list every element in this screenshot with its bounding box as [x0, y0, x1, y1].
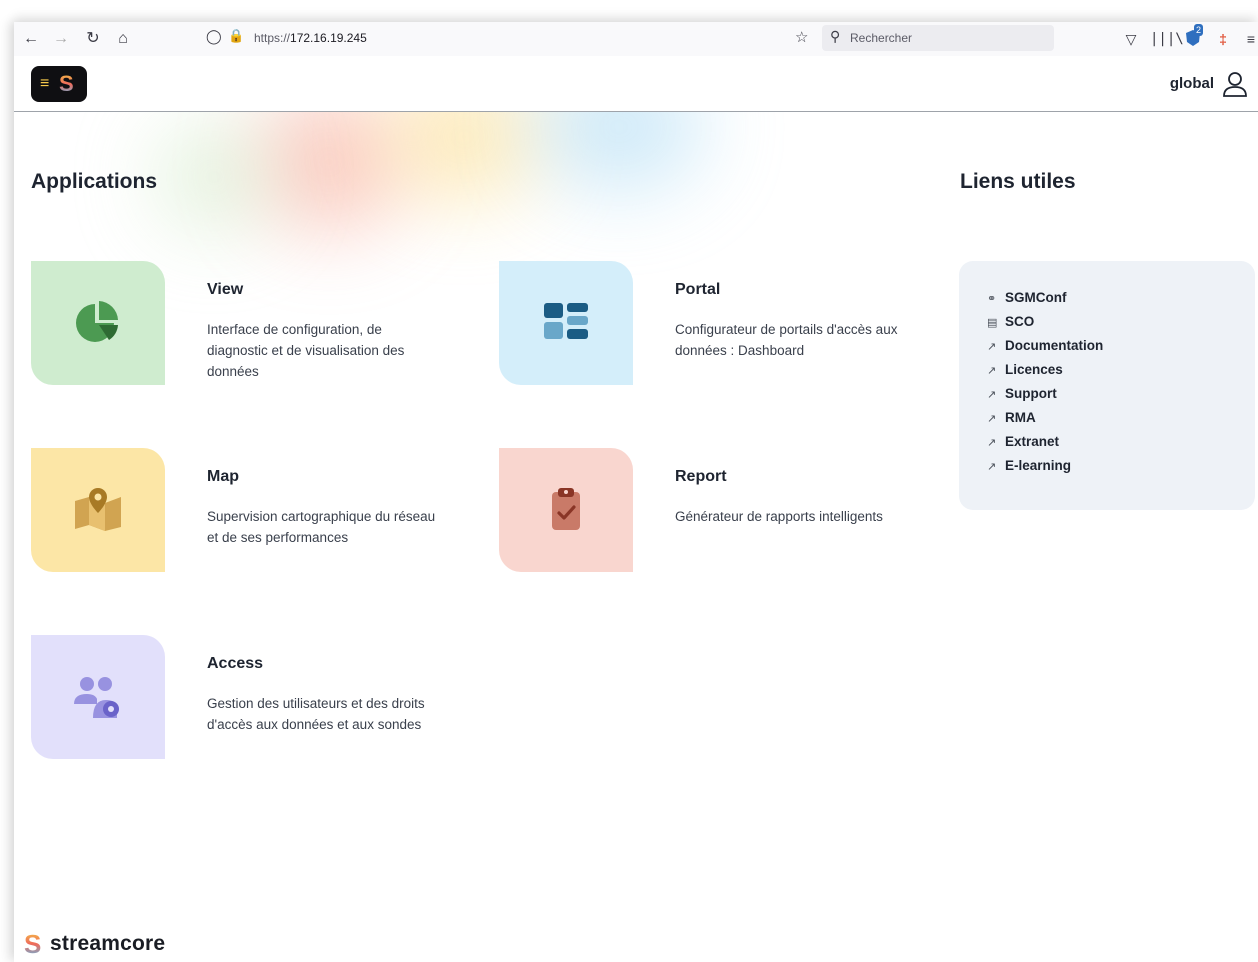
extension-icon[interactable]: 2: [1182, 24, 1204, 50]
app-tile-map[interactable]: [31, 448, 165, 572]
notification-badge: 2: [1194, 24, 1204, 36]
link-extranet[interactable]: ↗ Extranet: [987, 434, 1059, 454]
main-content: Applications Liens utiles View Interface…: [14, 112, 1258, 962]
external-link-icon: ↗: [987, 389, 997, 401]
app-name[interactable]: Access: [207, 655, 263, 673]
home-icon[interactable]: ⌂: [112, 28, 134, 50]
reload-icon[interactable]: ↻: [82, 28, 104, 50]
link-sgmconf[interactable]: ⚭ SGMConf: [987, 290, 1067, 310]
app-name[interactable]: Map: [207, 468, 239, 486]
star-bookmark-icon[interactable]: ☆: [795, 28, 808, 46]
menu-icon: ≡: [40, 75, 50, 92]
link-documentation[interactable]: ↗ Documentation: [987, 338, 1103, 358]
app-card-portal[interactable]: Portal Configurateur de portails d'accès…: [499, 261, 939, 391]
applications-title: Applications: [31, 170, 158, 193]
app-description: Supervision cartographique du réseau et …: [207, 509, 436, 545]
library-icon[interactable]: |||\: [1150, 28, 1184, 50]
map-pin-icon: [75, 488, 121, 531]
app-tile-portal[interactable]: [499, 261, 633, 385]
useful-links-title: Liens utiles: [960, 170, 1076, 193]
app-description: Interface de configuration, de diagnosti…: [207, 322, 405, 379]
app-description: Gestion des utilisateurs et des droits d…: [207, 696, 425, 732]
decor-blob: [254, 112, 404, 232]
useful-links-panel: ⚭ SGMConf ▤ SCO ↗ Documentation ↗ Licences ↗…: [959, 261, 1255, 510]
app-name[interactable]: View: [207, 281, 243, 299]
app-card-report[interactable]: Report Générateur de rapports intelligen…: [499, 448, 939, 578]
external-link-icon: ↗: [987, 437, 997, 449]
link-chain-icon: ⚭: [987, 293, 997, 305]
external-link-icon: ↗: [987, 413, 997, 425]
link-rma[interactable]: ↗ RMA: [987, 410, 1036, 430]
app-tile-report[interactable]: [499, 448, 633, 572]
app-name[interactable]: Report: [675, 468, 727, 486]
search-box[interactable]: ⚲ Rechercher: [822, 25, 1054, 51]
users-gear-icon: [74, 677, 119, 718]
link-support[interactable]: ↗ Support: [987, 386, 1057, 406]
app-card-view[interactable]: View Interface de configuration, de diag…: [31, 261, 471, 391]
document-icon: ▤: [987, 317, 998, 329]
menu-logo-button[interactable]: ≡ S: [31, 66, 87, 102]
external-link-icon: ↗: [987, 461, 997, 473]
dashboard-icon: [544, 303, 588, 339]
pocket-icon[interactable]: ▽: [1120, 28, 1142, 50]
decor-blob: [534, 112, 704, 192]
app-card-map[interactable]: Map Supervision cartographique du réseau…: [31, 448, 471, 578]
address-bar[interactable]: ◯ 🔒 https://172.16.19.245 ☆: [194, 25, 844, 51]
search-placeholder: Rechercher: [850, 31, 913, 45]
app-description: Générateur de rapports intelligents: [675, 509, 883, 524]
app-card-access[interactable]: Access Gestion des utilisateurs et des d…: [31, 635, 471, 765]
link-sco[interactable]: ▤ SCO: [987, 314, 1034, 334]
streamcore-logo-icon: S: [24, 929, 42, 959]
browser-toolbar: ← → ↻ ⌂ ◯ 🔒 https://172.16.19.245 ☆ ⚲ Re…: [14, 22, 1258, 57]
app-name[interactable]: Portal: [675, 281, 720, 299]
app-tile-access[interactable]: [31, 635, 165, 759]
url-text[interactable]: https://172.16.19.245: [254, 31, 367, 45]
user-icon[interactable]: [1222, 70, 1248, 98]
app-header: ≡ S global: [14, 56, 1258, 112]
forward-arrow-icon[interactable]: →: [50, 28, 72, 50]
hamburger-menu-icon[interactable]: ≡: [1240, 28, 1258, 50]
link-e-learning[interactable]: ↗ E-learning: [987, 458, 1071, 478]
user-name[interactable]: global: [1170, 75, 1214, 92]
shield-icon[interactable]: ◯: [206, 28, 222, 45]
external-link-icon: ↗: [987, 341, 997, 353]
pie-chart-icon: [76, 301, 118, 342]
back-arrow-icon[interactable]: ←: [20, 28, 42, 50]
search-icon: ⚲: [830, 28, 841, 44]
insecure-lock-icon[interactable]: 🔒: [228, 28, 244, 44]
app-description: Configurateur de portails d'accès aux do…: [675, 322, 898, 358]
clipboard-check-icon: [552, 488, 580, 530]
user-menu[interactable]: global: [1128, 70, 1248, 98]
footer-brand-name: streamcore: [50, 932, 166, 955]
streamcore-logo-icon: S: [59, 71, 74, 96]
decor-blob: [154, 122, 274, 232]
browser-window: ← → ↻ ⌂ ◯ 🔒 https://172.16.19.245 ☆ ⚲ Re…: [14, 22, 1258, 962]
app-tile-view[interactable]: [31, 261, 165, 385]
external-link-icon: ↗: [987, 365, 997, 377]
link-licences[interactable]: ↗ Licences: [987, 362, 1063, 382]
addon-icon[interactable]: ‡: [1212, 28, 1234, 50]
decor-blob: [384, 112, 544, 202]
